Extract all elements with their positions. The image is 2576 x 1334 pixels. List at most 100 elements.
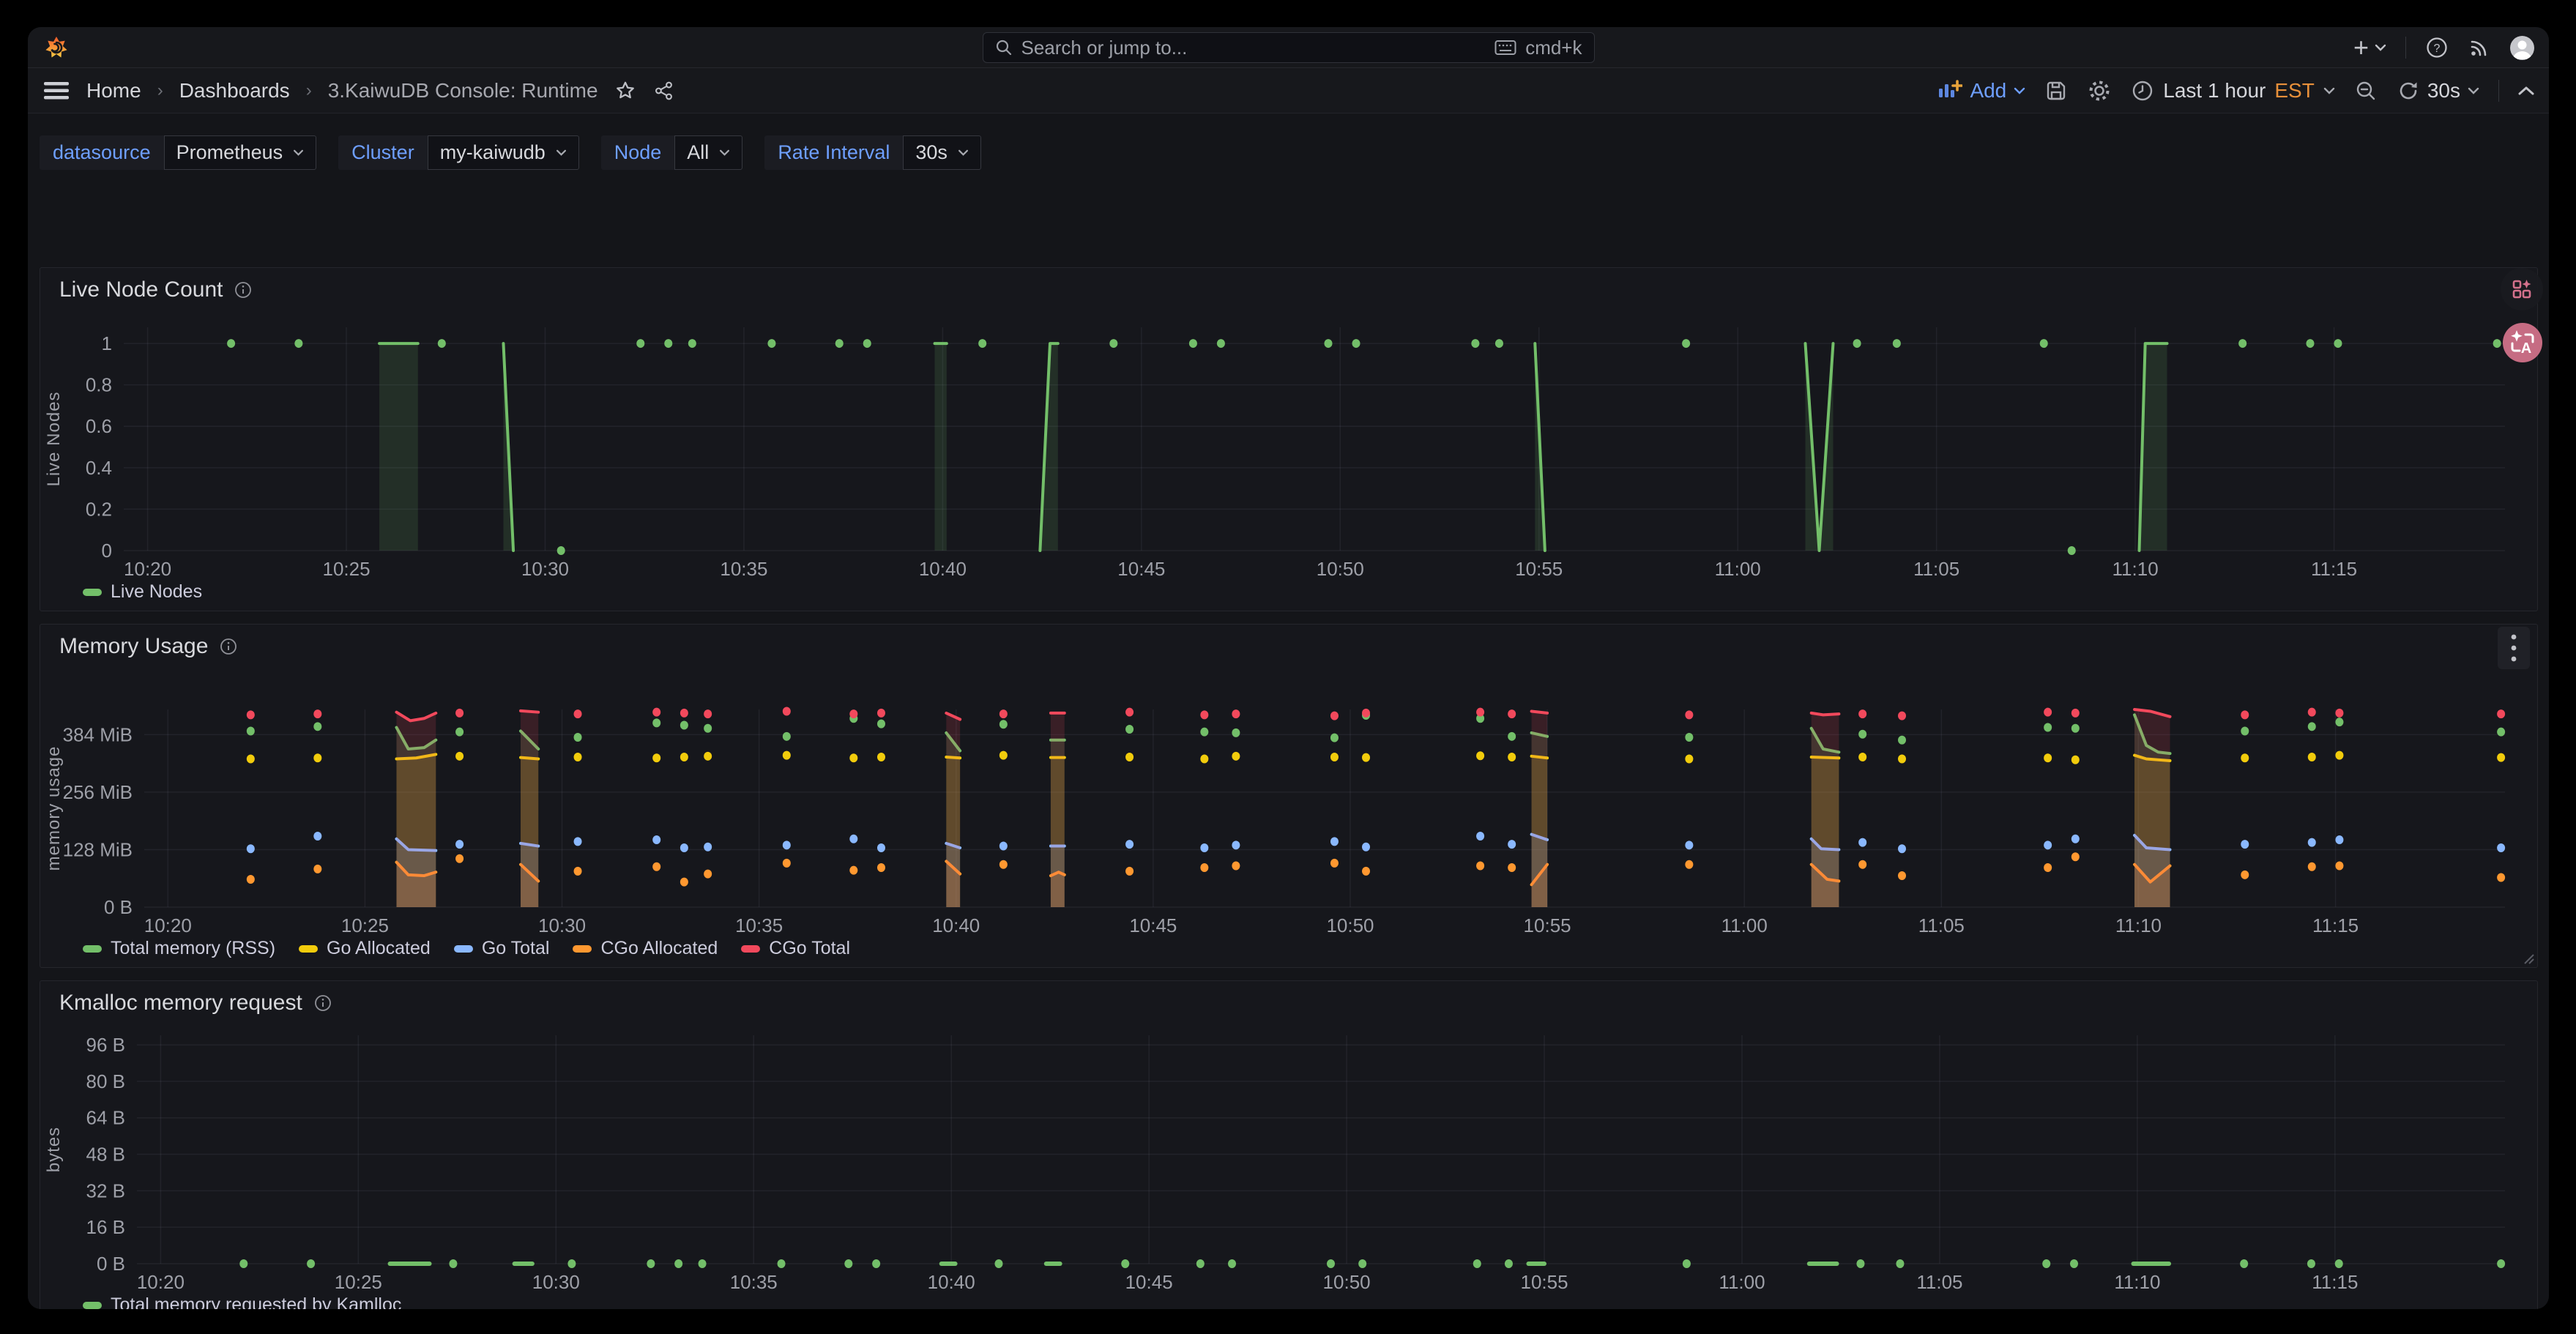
extension-panels-button[interactable] — [2501, 268, 2543, 310]
legend-marker — [83, 589, 102, 596]
favorite-star-icon[interactable] — [614, 80, 636, 102]
translate-button[interactable]: A — [2503, 323, 2542, 362]
breadcrumb-current: 3.KaiwuDB Console: Runtime — [328, 79, 598, 103]
panel-memory-usage: Memory Usage 10:2010:2510:3010:3510:4010… — [40, 624, 2538, 968]
svg-text:11:15: 11:15 — [2312, 1271, 2358, 1293]
svg-text:0.2: 0.2 — [86, 498, 112, 520]
info-icon — [234, 281, 252, 299]
legend-marker — [573, 945, 592, 953]
legend-label: Live Nodes — [111, 581, 202, 603]
panel-menu-button[interactable] — [2498, 627, 2530, 669]
svg-text:48 B: 48 B — [86, 1144, 126, 1166]
svg-text:32 B: 32 B — [86, 1180, 126, 1201]
search-input[interactable]: Search or jump to... cmd+k — [983, 32, 1595, 63]
add-panel-icon — [1937, 80, 1962, 102]
svg-text:10:25: 10:25 — [335, 1271, 382, 1293]
variable-node[interactable]: Node All — [601, 135, 743, 170]
screenshot-root: Search or jump to... cmd+k + ? — [0, 0, 2576, 1334]
new-menu-button[interactable]: + — [2353, 34, 2386, 61]
squares-sparkle-icon — [2508, 275, 2536, 303]
time-series-chart[interactable]: 10:2010:2510:3010:3510:4010:4510:5010:55… — [40, 981, 2538, 1309]
help-icon[interactable]: ? — [2425, 36, 2449, 59]
svg-text:bytes: bytes — [44, 1127, 64, 1172]
settings-gear-icon[interactable] — [2087, 78, 2112, 103]
refresh-picker[interactable]: 30s — [2397, 79, 2479, 103]
legend-item[interactable]: Go Total — [454, 938, 550, 959]
chevron-down-icon — [719, 149, 730, 156]
variable-cluster[interactable]: Cluster my-kaiwudb — [338, 135, 579, 170]
chevron-down-icon — [2468, 87, 2479, 94]
svg-text:0.6: 0.6 — [86, 415, 112, 437]
keyboard-icon — [1494, 40, 1516, 56]
legend-item[interactable]: Total memory (RSS) — [83, 938, 275, 959]
svg-text:10:55: 10:55 — [1515, 558, 1563, 580]
legend-item[interactable]: Live Nodes — [83, 581, 202, 603]
panel-header[interactable]: Kmalloc memory request — [59, 991, 332, 1016]
breadcrumb-dashboards[interactable]: Dashboards — [179, 79, 290, 103]
legend-item[interactable]: Total memory requested by Kamlloc — [83, 1294, 401, 1309]
zoom-out-icon[interactable] — [2354, 79, 2378, 103]
svg-text:11:10: 11:10 — [2112, 558, 2159, 580]
panel-header[interactable]: Memory Usage — [59, 634, 237, 659]
svg-text:10:25: 10:25 — [322, 558, 370, 580]
svg-text:11:05: 11:05 — [1916, 1271, 1962, 1293]
variable-datasource[interactable]: datasource Prometheus — [40, 135, 316, 170]
variable-rate-interval[interactable]: Rate Interval 30s — [764, 135, 981, 170]
svg-text:10:40: 10:40 — [932, 914, 980, 936]
collapse-chevron-up-icon[interactable] — [2518, 86, 2534, 96]
add-button[interactable]: Add — [1937, 79, 2025, 103]
legend-item[interactable]: CGo Allocated — [573, 938, 718, 959]
svg-text:11:15: 11:15 — [2311, 558, 2357, 580]
svg-text:0 B: 0 B — [104, 896, 133, 918]
svg-text:64 B: 64 B — [86, 1107, 126, 1129]
breadcrumb-home[interactable]: Home — [86, 79, 141, 103]
variable-value: Prometheus — [176, 141, 283, 164]
legend-item[interactable]: Go Allocated — [299, 938, 431, 959]
user-avatar[interactable] — [2510, 36, 2534, 60]
template-variables-row: datasource Prometheus Cluster my-kaiwudb… — [40, 135, 981, 170]
dashboard-canvas: datasource Prometheus Cluster my-kaiwudb… — [28, 113, 2549, 1309]
person-icon — [2510, 36, 2534, 60]
clock-icon — [2131, 79, 2154, 103]
panel-title: Live Node Count — [59, 277, 223, 302]
svg-text:10:30: 10:30 — [538, 914, 586, 936]
panel-title: Memory Usage — [59, 634, 208, 659]
legend-marker — [83, 945, 102, 953]
info-icon — [220, 638, 237, 655]
svg-text:96 B: 96 B — [86, 1034, 126, 1056]
time-range-picker[interactable]: Last 1 hour EST — [2131, 79, 2335, 103]
svg-text:11:05: 11:05 — [1913, 558, 1959, 580]
panel-live-node-count: Live Node Count 10:2010:2510:3010:3510:4… — [40, 267, 2538, 611]
search-placeholder: Search or jump to... — [1021, 37, 1486, 59]
svg-text:10:55: 10:55 — [1521, 1271, 1568, 1293]
legend-label: Go Allocated — [327, 938, 431, 959]
grafana-logo-icon[interactable] — [44, 35, 69, 60]
legend-item[interactable]: CGo Total — [741, 938, 850, 959]
legend-label: Go Total — [482, 938, 550, 959]
svg-text:11:00: 11:00 — [1721, 914, 1768, 936]
svg-text:10:30: 10:30 — [521, 558, 569, 580]
add-button-label: Add — [1970, 79, 2006, 103]
svg-text:10:20: 10:20 — [144, 914, 192, 936]
share-icon[interactable] — [652, 80, 674, 102]
panel-header[interactable]: Live Node Count — [59, 277, 252, 302]
menu-hamburger-icon[interactable] — [44, 81, 70, 101]
svg-text:11:05: 11:05 — [1918, 914, 1965, 936]
legend-label: Total memory requested by Kamlloc — [111, 1294, 401, 1309]
time-series-chart[interactable]: 10:2010:2510:3010:3510:4010:4510:5010:55… — [40, 625, 2538, 967]
variable-value: my-kaiwudb — [440, 141, 546, 164]
time-series-chart[interactable]: 10:2010:2510:3010:3510:4010:4510:5010:55… — [40, 268, 2538, 611]
panel-resize-handle[interactable] — [2522, 952, 2535, 965]
chevron-down-icon — [293, 149, 304, 156]
plus-icon: + — [2353, 34, 2369, 61]
svg-text:memory usage: memory usage — [44, 746, 64, 871]
news-rss-icon[interactable] — [2468, 36, 2491, 59]
svg-text:Live Nodes: Live Nodes — [44, 391, 64, 486]
svg-text:11:00: 11:00 — [1719, 1271, 1765, 1293]
dashboard-toolbar: Home › Dashboards › 3.KaiwuDB Console: R… — [28, 68, 2549, 113]
chart-legend: Total memory requested by Kamlloc — [83, 1294, 401, 1309]
svg-text:10:50: 10:50 — [1326, 914, 1374, 936]
chevron-down-icon — [556, 149, 567, 156]
save-dashboard-icon[interactable] — [2044, 79, 2068, 103]
legend-marker — [83, 1302, 102, 1309]
